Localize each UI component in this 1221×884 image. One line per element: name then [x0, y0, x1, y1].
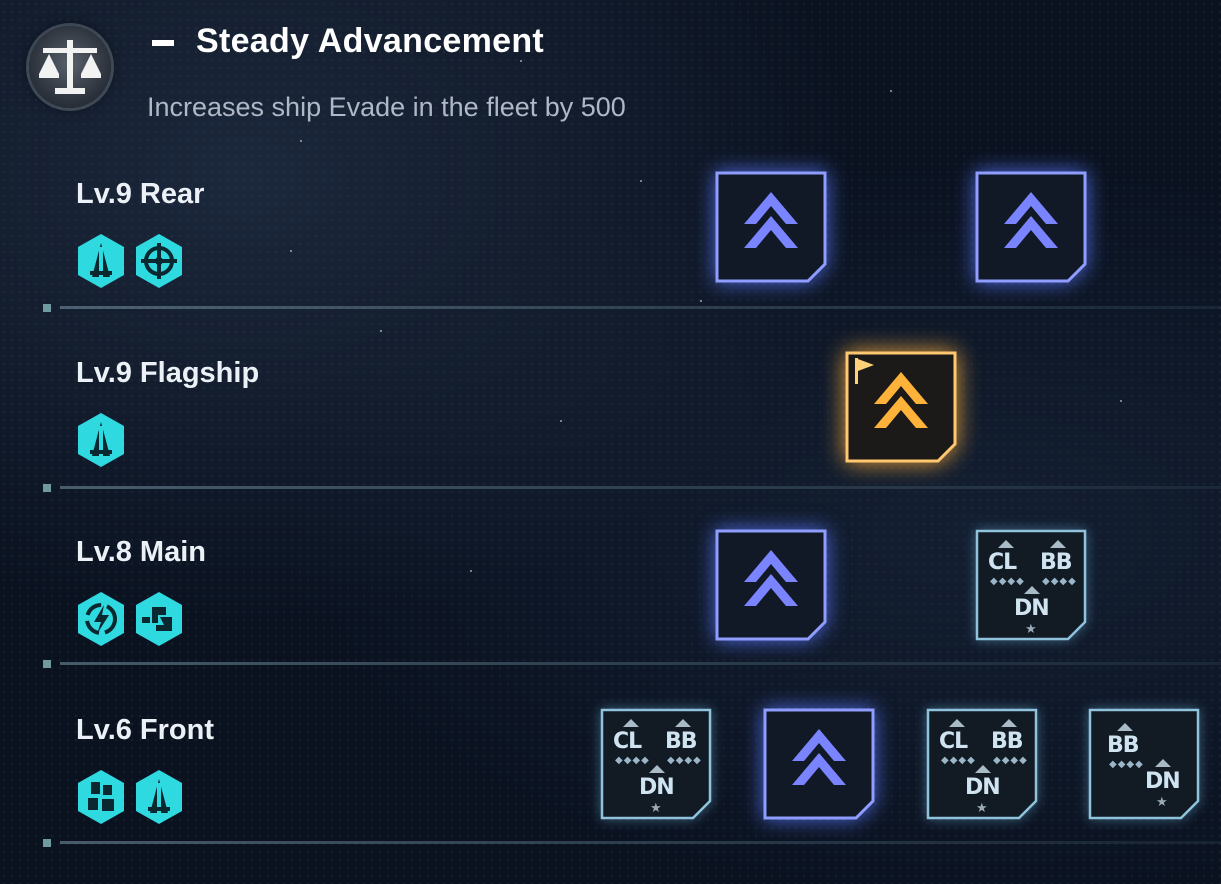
star-icon: ★ — [1156, 794, 1168, 809]
ship-class-slot[interactable]: CL ◆◆◆◆ BB ◆◆◆◆ DN ★ — [975, 529, 1087, 641]
row-label-main: Lv.8 Main — [76, 536, 206, 568]
tier-dots: ◆◆◆◆ — [993, 755, 1028, 766]
row-divider — [60, 841, 1221, 844]
tier-dots: ◆◆◆◆ — [990, 576, 1025, 587]
divider-marker — [43, 839, 51, 847]
collapse-dash-icon[interactable] — [152, 40, 174, 46]
ship-class-bb: BB — [1040, 540, 1073, 575]
role-icons-rear — [76, 233, 184, 289]
star-icon: ★ — [650, 800, 662, 815]
star-icon: ★ — [976, 800, 988, 815]
row-divider — [60, 306, 1221, 309]
row-divider — [60, 662, 1221, 665]
cluster-role-icon — [78, 770, 124, 824]
divider-marker — [43, 484, 51, 492]
carrier-role-icon — [136, 770, 182, 824]
link-role-icon — [136, 592, 182, 646]
effect-description: Increases ship Evade in the fleet by 500 — [147, 92, 626, 122]
tier-dots: ◆◆◆◆ — [667, 755, 702, 766]
row-label-flagship: Lv.9 Flagship — [76, 357, 260, 389]
lightning-role-icon — [78, 592, 124, 646]
tier-dots: ◆◆◆◆ — [615, 755, 650, 766]
divider-marker — [43, 660, 51, 668]
flagship-slot[interactable] — [845, 351, 957, 463]
star-icon: ★ — [1025, 621, 1037, 636]
ship-class-dn: DN — [1145, 759, 1181, 794]
ship-class-dn: DN — [965, 765, 1001, 800]
tier-dots: ◆◆◆◆ — [941, 755, 976, 766]
role-icons-front — [76, 769, 184, 825]
balance-scale-icon — [29, 26, 111, 108]
row-label-front: Lv.6 Front — [76, 714, 215, 746]
role-icons-flagship — [76, 412, 126, 468]
flag-icon — [855, 358, 874, 384]
ship-class-cl: CL — [988, 540, 1017, 575]
ship-class-cl: CL — [939, 719, 968, 754]
evade-slot[interactable] — [715, 171, 827, 283]
divider-marker — [43, 304, 51, 312]
evade-slot[interactable] — [763, 708, 875, 820]
row-divider — [60, 486, 1221, 489]
ship-class-bb: BB — [991, 719, 1024, 754]
carrier-role-icon — [78, 234, 124, 288]
ship-class-slot[interactable]: CL ◆◆◆◆ BB ◆◆◆◆ DN ★ — [600, 708, 712, 820]
carrier-role-icon — [78, 413, 124, 467]
ship-class-dn: DN — [639, 765, 675, 800]
ship-class-bb: BB — [1107, 723, 1140, 758]
page-title: Steady Advancement — [196, 22, 545, 60]
evade-slot[interactable] — [715, 529, 827, 641]
ship-class-cl: CL — [613, 719, 642, 754]
ship-class-slot[interactable]: BB ◆◆◆◆ DN ★ — [1088, 708, 1200, 820]
role-icons-main — [76, 591, 184, 647]
crosshair-role-icon — [136, 234, 182, 288]
ship-class-dn: DN — [1014, 586, 1050, 621]
ship-class-bb: BB — [665, 719, 698, 754]
tier-dots: ◆◆◆◆ — [1109, 759, 1144, 770]
ship-class-slot[interactable]: CL ◆◆◆◆ BB ◆◆◆◆ DN ★ — [926, 708, 1038, 820]
tier-dots: ◆◆◆◆ — [1042, 576, 1077, 587]
evade-slot[interactable] — [975, 171, 1087, 283]
row-label-rear: Lv.9 Rear — [76, 178, 205, 210]
